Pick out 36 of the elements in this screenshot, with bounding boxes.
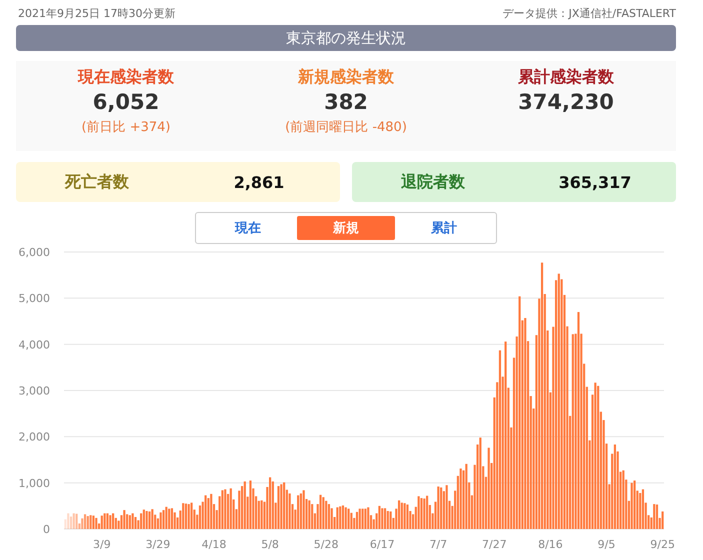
stat-label: 新規感染者数 <box>298 67 394 88</box>
card-value: 2,861 <box>234 172 284 192</box>
stat-label: 現在感染者数 <box>78 67 174 88</box>
axis-label: 9/5 <box>598 538 616 551</box>
axis-label: 1,000 <box>18 476 50 490</box>
axis-label: 5,000 <box>18 292 50 306</box>
axis-label: 7/27 <box>482 538 507 551</box>
card-label: 死亡者数 <box>65 172 129 192</box>
stat-change: (前週同曜日比 -480) <box>285 119 407 136</box>
axis-label: 9/25 <box>650 538 675 551</box>
stat-value: 374,230 <box>518 90 614 114</box>
axis-label: 6/17 <box>370 538 395 551</box>
axis-label: 5/8 <box>261 538 279 551</box>
card-label: 退院者数 <box>401 172 465 192</box>
axis-label: 4/18 <box>202 538 226 551</box>
axis-label: 6,000 <box>18 246 50 259</box>
chart-tab[interactable]: 現在 <box>199 216 297 240</box>
card-value: 365,317 <box>558 172 632 192</box>
axis-label: 5/28 <box>314 538 338 551</box>
chart-tab[interactable]: 累計 <box>395 216 493 240</box>
axis-label: 4,000 <box>18 338 50 352</box>
axis-label: 3/9 <box>93 538 111 551</box>
update-time: 2021年9月25日 17時30分更新 <box>18 6 176 21</box>
axis-label: 3/29 <box>146 538 170 551</box>
stat-value: 382 <box>324 90 368 114</box>
axis-label: 8/16 <box>538 538 563 551</box>
chart-tab[interactable]: 新規 <box>297 216 395 240</box>
axis-label: 7/7 <box>429 538 448 551</box>
section-title: 東京都の発生状況 <box>16 25 676 51</box>
axis-label: 3,000 <box>18 384 50 398</box>
axis-label: 0 <box>43 523 50 536</box>
stat-value: 6,052 <box>92 90 160 114</box>
stat-label: 累計感染者数 <box>518 67 614 88</box>
stat-change: (前日比 +374) <box>82 119 170 136</box>
data-source: データ提供：JX通信社/FASTALERT <box>502 6 676 21</box>
axis-label: 2,000 <box>18 430 50 444</box>
